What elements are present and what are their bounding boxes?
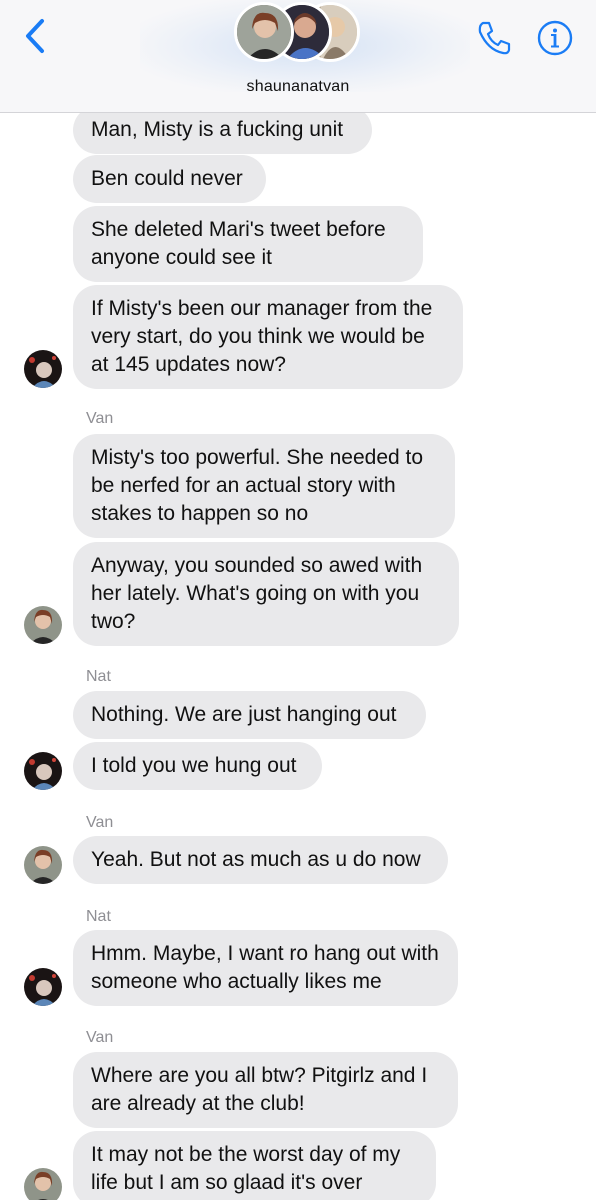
message-bubble[interactable]: Misty's too powerful. She needed to be n… <box>73 434 455 538</box>
avatar-van[interactable] <box>24 846 62 884</box>
message-text: Anyway, you sounded so awed with her lat… <box>91 554 423 633</box>
avatar-nat[interactable] <box>24 752 62 790</box>
message-bubble[interactable]: Nothing. We are just hanging out <box>73 691 426 739</box>
info-button[interactable] <box>535 18 575 58</box>
message-text: If Misty's been our manager from the ver… <box>91 297 433 376</box>
message-text: Yeah. But not as much as u do now <box>91 848 421 871</box>
message-bubble[interactable]: She deleted Mari's tweet before anyone c… <box>73 206 423 282</box>
message-list[interactable]: Man, Misty is a fucking unit Ben could n… <box>0 112 596 1200</box>
message-text: Misty's too powerful. She needed to be n… <box>91 446 424 525</box>
message-text: Where are you all btw? Pitgirlz and I ar… <box>91 1064 428 1115</box>
message-text: Ben could never <box>91 167 243 190</box>
phone-icon <box>478 21 511 55</box>
message-text: It may not be the worst day of my life b… <box>91 1143 401 1194</box>
message-bubble[interactable]: Man, Misty is a fucking unit <box>73 112 372 154</box>
group-avatar-1 <box>234 2 294 62</box>
info-icon <box>537 20 573 56</box>
message-bubble[interactable]: I told you we hung out <box>73 742 322 790</box>
message-text: I told you we hung out <box>91 754 297 777</box>
group-avatar-stack[interactable] <box>234 2 364 66</box>
message-bubble[interactable]: Yeah. But not as much as u do now <box>73 836 448 884</box>
message-text: Hmm. Maybe, I want ro hang out with some… <box>91 942 439 993</box>
avatar-van[interactable] <box>24 1168 62 1200</box>
sender-label: Van <box>86 814 114 831</box>
sender-label: Van <box>86 1029 114 1046</box>
message-text: Nothing. We are just hanging out <box>91 703 397 726</box>
chevron-left-icon <box>26 19 44 53</box>
message-bubble[interactable]: Where are you all btw? Pitgirlz and I ar… <box>73 1052 458 1128</box>
message-bubble[interactable]: Ben could never <box>73 155 266 203</box>
call-button[interactable] <box>474 18 514 58</box>
avatar-van[interactable] <box>24 606 62 644</box>
message-bubble[interactable]: Anyway, you sounded so awed with her lat… <box>73 542 459 646</box>
avatar-nat[interactable] <box>24 350 62 388</box>
conversation-header: shaunanatvan <box>0 0 596 113</box>
message-bubble[interactable]: It may not be the worst day of my life b… <box>73 1131 436 1200</box>
message-text: She deleted Mari's tweet before anyone c… <box>91 218 386 269</box>
back-button[interactable] <box>18 16 52 56</box>
sender-label: Nat <box>86 668 111 685</box>
conversation-title[interactable]: shaunanatvan <box>0 78 596 96</box>
avatar-nat[interactable] <box>24 968 62 1006</box>
sender-label: Van <box>86 410 114 427</box>
message-text: Man, Misty is a fucking unit <box>91 118 344 141</box>
message-bubble[interactable]: Hmm. Maybe, I want ro hang out with some… <box>73 930 458 1006</box>
message-bubble[interactable]: If Misty's been our manager from the ver… <box>73 285 463 389</box>
sender-label: Nat <box>86 908 111 925</box>
